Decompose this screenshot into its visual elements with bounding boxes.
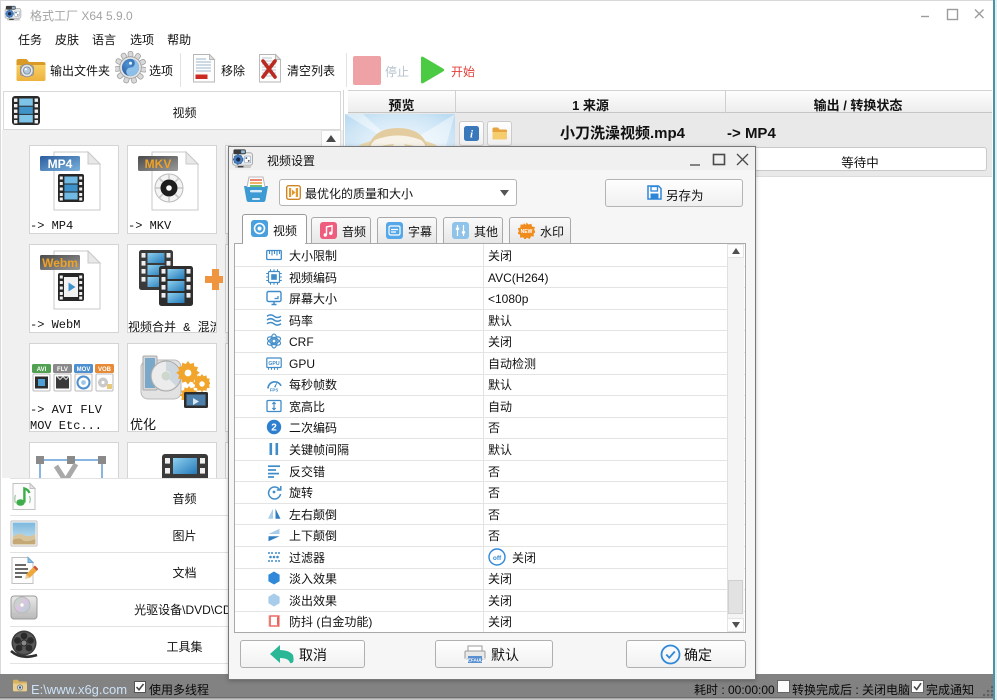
svg-text:2: 2 — [271, 423, 277, 434]
svg-text:FPS: FPS — [270, 388, 279, 393]
svg-text:DEFAULT: DEFAULT — [465, 658, 486, 663]
svg-text:GPU: GPU — [268, 361, 279, 367]
